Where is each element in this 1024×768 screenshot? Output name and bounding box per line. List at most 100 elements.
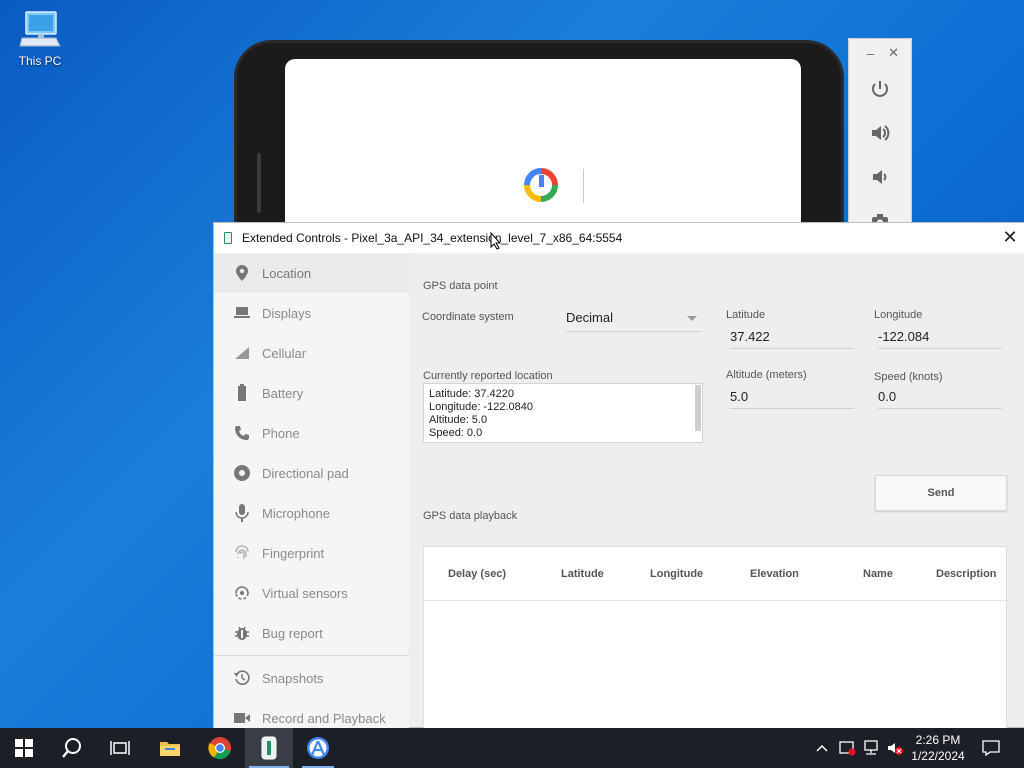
sidebar-item-snapshots[interactable]: Snapshots <box>214 658 409 698</box>
chrome-icon <box>208 737 231 760</box>
sidebar-item-cellular[interactable]: Cellular <box>214 333 409 373</box>
android-studio-button[interactable] <box>294 728 342 768</box>
action-center-button[interactable] <box>978 728 1004 768</box>
battery-icon <box>232 383 252 403</box>
sidebar-item-directional-pad[interactable]: Directional pad <box>214 453 409 493</box>
sidebar-item-label: Location <box>262 265 312 281</box>
emulator-icon <box>261 736 277 760</box>
emulator-taskbar-button[interactable] <box>245 728 293 768</box>
sidebar-item-phone[interactable]: Phone <box>214 413 409 453</box>
sidebar-item-bug-report[interactable]: Bug report <box>214 613 409 653</box>
tray-app-icon <box>839 741 856 756</box>
column-delay[interactable]: Delay (sec) <box>448 568 506 580</box>
monitor-icon <box>232 303 252 323</box>
microphone-icon <box>232 503 252 523</box>
network-button[interactable] <box>859 728 883 768</box>
file-explorer-button[interactable] <box>146 728 194 768</box>
chevron-up-icon <box>816 744 828 752</box>
sidebar-item-battery[interactable]: Battery <box>214 373 409 413</box>
network-icon <box>864 740 878 755</box>
column-description[interactable]: Description <box>936 568 997 580</box>
start-button[interactable] <box>0 728 48 768</box>
currently-reported-location-label: Currently reported location <box>423 370 553 382</box>
chrome-button[interactable] <box>196 728 244 768</box>
latitude-input[interactable]: 37.422 <box>730 329 854 349</box>
reported-speed: Speed: 0.0 <box>429 427 483 439</box>
sidebar-item-label: Snapshots <box>262 670 324 686</box>
search-icon <box>62 738 81 758</box>
reported-scrollbar[interactable] <box>695 385 701 431</box>
speed-label: Speed (knots) <box>874 371 943 383</box>
history-icon <box>232 668 252 688</box>
dpad-icon <box>232 463 252 483</box>
reported-location-box[interactable]: Latitude: 37.4220 Longitude: -122.0840 A… <box>423 383 703 443</box>
volume-button[interactable] <box>883 728 907 768</box>
sidebar-item-label: Bug report <box>262 625 323 641</box>
altitude-label: Altitude (meters) <box>726 369 807 381</box>
column-latitude[interactable]: Latitude <box>561 568 604 580</box>
sidebar-item-label: Cellular <box>262 345 307 361</box>
tray-app-button[interactable] <box>835 728 859 768</box>
sidebar-item-virtual-sensors[interactable]: Virtual sensors <box>214 573 409 613</box>
sidebar: Location Displays Cellular Battery Phone… <box>214 253 409 729</box>
this-pc-desktop-icon[interactable]: This PC <box>12 10 68 68</box>
altitude-input[interactable]: 5.0 <box>730 389 854 409</box>
window-close-button[interactable]: ✕ <box>1000 227 1020 247</box>
emulator-app-icon <box>224 232 232 244</box>
speed-input[interactable]: 0.0 <box>878 389 1002 409</box>
sidebar-item-fingerprint[interactable]: Fingerprint <box>214 533 409 573</box>
gps-data-playback-title: GPS data playback <box>423 510 518 522</box>
notification-icon <box>982 740 1000 756</box>
send-button[interactable]: Send <box>875 475 1007 511</box>
playback-table: Delay (sec) Latitude Longitude Elevation… <box>423 546 1007 729</box>
location-pin-icon <box>232 263 252 283</box>
computer-icon <box>18 10 62 50</box>
windows-logo-icon <box>15 739 33 757</box>
latitude-label: Latitude <box>726 309 766 321</box>
column-elevation[interactable]: Elevation <box>750 568 799 580</box>
show-hidden-icons-button[interactable] <box>810 728 834 768</box>
video-camera-icon <box>232 708 252 728</box>
sidebar-item-location[interactable]: Location <box>214 253 409 293</box>
fingerprint-icon <box>232 543 252 563</box>
coordinate-system-label: Coordinate system <box>422 311 514 323</box>
power-button[interactable] <box>849 67 911 111</box>
google-logo-icon <box>524 168 558 202</box>
folder-icon <box>160 742 180 756</box>
sidebar-item-label: Phone <box>262 425 300 441</box>
phone-icon <box>232 423 252 443</box>
coordinate-system-dropdown[interactable]: Decimal <box>566 310 701 332</box>
rotate-icon <box>232 583 252 603</box>
minimize-icon[interactable]: – <box>867 46 874 61</box>
sidebar-item-displays[interactable]: Displays <box>214 293 409 333</box>
volume-down-icon <box>873 170 887 184</box>
sidebar-divider <box>214 655 409 656</box>
android-studio-icon <box>307 737 329 759</box>
volume-muted-icon <box>888 743 903 755</box>
longitude-input[interactable]: -122.084 <box>878 329 1002 349</box>
sidebar-item-label: Record and Playback <box>262 710 386 726</box>
search-button[interactable] <box>48 728 96 768</box>
chevron-down-icon <box>687 316 697 321</box>
close-icon[interactable]: ✕ <box>888 45 899 61</box>
column-longitude[interactable]: Longitude <box>650 568 703 580</box>
volume-down-button[interactable] <box>849 155 911 199</box>
longitude-label: Longitude <box>874 309 923 321</box>
location-panel: GPS data point Coordinate system Decimal… <box>409 253 1024 729</box>
sidebar-item-label: Microphone <box>262 505 330 521</box>
reported-altitude: Altitude: 5.0 <box>429 414 488 426</box>
reported-longitude: Longitude: -122.0840 <box>429 401 533 413</box>
window-title: Extended Controls - Pixel_3a_API_34_exte… <box>242 231 623 245</box>
sidebar-item-microphone[interactable]: Microphone <box>214 493 409 533</box>
coordinate-system-value: Decimal <box>566 310 613 325</box>
gps-data-point-title: GPS data point <box>423 280 498 292</box>
reported-latitude: Latitude: 37.4220 <box>429 388 515 400</box>
clock-date: 1/22/2024 <box>911 749 965 763</box>
taskbar-clock[interactable]: 2:26 PM 1/22/2024 <box>906 732 970 764</box>
playback-table-header: Delay (sec) Latitude Longitude Elevation… <box>424 547 1006 601</box>
volume-up-button[interactable] <box>849 111 911 155</box>
task-view-button[interactable] <box>96 728 144 768</box>
column-name[interactable]: Name <box>863 568 893 580</box>
window-titlebar[interactable]: Extended Controls - Pixel_3a_API_34_exte… <box>214 223 1024 253</box>
phone-side-button <box>257 153 261 213</box>
